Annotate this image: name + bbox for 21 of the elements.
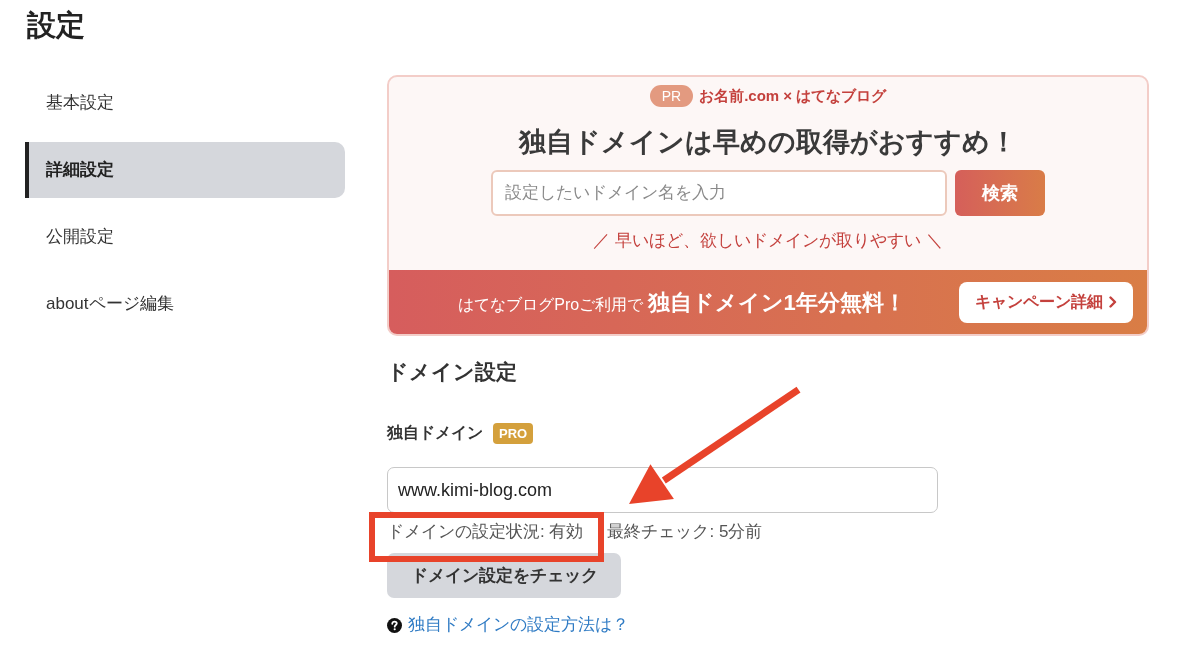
sidebar-item[interactable]: 基本設定: [25, 75, 345, 131]
pro-badge: PRO: [493, 422, 534, 444]
pr-badge: PR: [649, 85, 694, 107]
field-label: 独自ドメイン: [387, 423, 483, 443]
domain-search-field[interactable]: 設定したいドメイン名を入力: [491, 170, 947, 216]
banner-text: はてなブログProご利用で 独自ドメイン1年分無料！: [457, 288, 907, 317]
sidebar-item[interactable]: 詳細設定: [25, 142, 345, 198]
chevron-right-icon: [1109, 296, 1117, 308]
sponsor-text: お名前.com × はてなブログ: [699, 86, 887, 106]
help-link[interactable]: 独自ドメインの設定方法は？: [408, 614, 629, 636]
sidebar-item[interactable]: 公開設定: [25, 209, 345, 265]
page-title: 設定: [27, 8, 85, 43]
promo-tagline: ／ 早いほど、欲しいドメインが取りやすい ＼: [593, 230, 943, 252]
domain-status-text: ドメインの設定状況: 有効: [387, 521, 584, 543]
last-check-text: 最終チェック: 5分前: [607, 521, 763, 543]
help-icon: [387, 617, 402, 633]
promo-headline: 独自ドメインは早めの取得がおすすめ！: [519, 126, 1017, 159]
campaign-details-button[interactable]: キャンペーン詳細: [959, 281, 1133, 323]
sidebar-item[interactable]: aboutページ編集: [25, 276, 345, 332]
section-heading: ドメイン設定: [387, 359, 518, 385]
domain-input[interactable]: www.kimi-blog.com: [387, 467, 938, 513]
